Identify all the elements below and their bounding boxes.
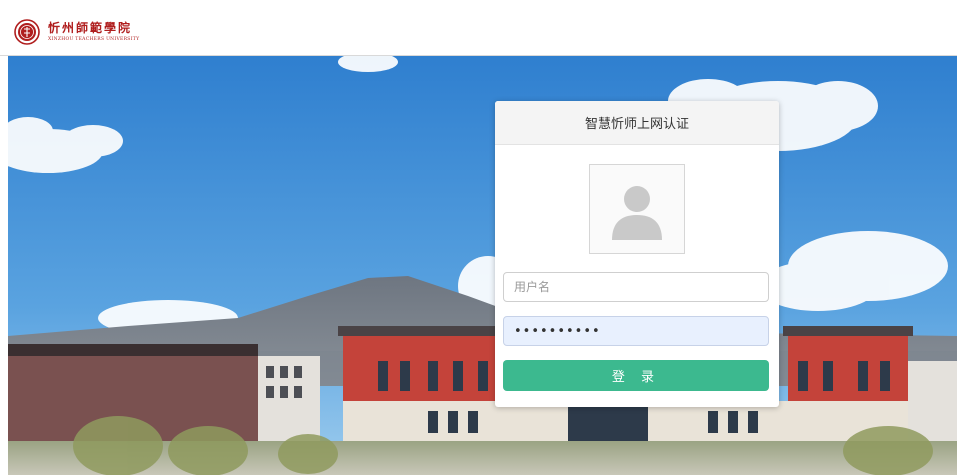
- logo-chinese-name: 忻州師範學院: [48, 21, 133, 35]
- avatar-frame: [589, 164, 685, 254]
- login-title: 智慧忻师上网认证: [495, 101, 779, 145]
- user-avatar-icon: [612, 186, 662, 240]
- login-panel: 智慧忻师上网认证 登 录: [495, 101, 779, 407]
- university-logo[interactable]: 忻州師範學院 XINZHOU TEACHERS UNIVERSITY: [14, 18, 139, 46]
- username-input[interactable]: [503, 272, 769, 302]
- password-input[interactable]: [503, 316, 769, 346]
- logo-english-name: XINZHOU TEACHERS UNIVERSITY: [48, 37, 140, 42]
- top-header: 忻州師範學院 XINZHOU TEACHERS UNIVERSITY: [0, 0, 957, 56]
- campus-background-image: [8, 56, 957, 475]
- university-seal-icon: [14, 19, 40, 45]
- login-button[interactable]: 登 录: [503, 360, 769, 391]
